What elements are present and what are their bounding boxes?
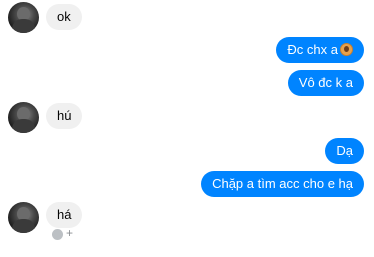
message-bubble-outgoing[interactable]: Dạ <box>325 138 364 164</box>
girl-emoji-icon <box>340 43 353 56</box>
message-text: há <box>57 207 72 222</box>
avatar[interactable] <box>8 102 39 133</box>
avatar-body <box>12 219 35 233</box>
message-bubble-outgoing[interactable]: Chặp a tìm acc cho e hạ <box>201 171 364 197</box>
smiley-icon[interactable] <box>52 229 63 240</box>
message-text: Dạ <box>336 143 353 158</box>
message-text: Đc chx a <box>287 42 338 57</box>
message-bubble-outgoing[interactable]: Vô đc k a <box>287 70 364 96</box>
message-text: hú <box>57 108 72 123</box>
message-bubble-incoming[interactable]: hú <box>46 103 83 129</box>
avatar[interactable] <box>8 2 39 33</box>
message-bubble-incoming[interactable]: ok <box>46 4 82 30</box>
message-text: Chặp a tìm acc cho e hạ <box>212 176 353 191</box>
message-text: ok <box>57 9 71 24</box>
avatar-body <box>12 19 35 33</box>
add-reaction-button[interactable]: + <box>66 226 73 240</box>
message-bubble-outgoing[interactable]: Đc chx a <box>276 37 364 63</box>
avatar-body <box>12 119 35 133</box>
message-text: Vô đc k a <box>298 75 353 90</box>
message-bubble-incoming[interactable]: há <box>46 202 83 228</box>
avatar[interactable] <box>8 202 39 233</box>
